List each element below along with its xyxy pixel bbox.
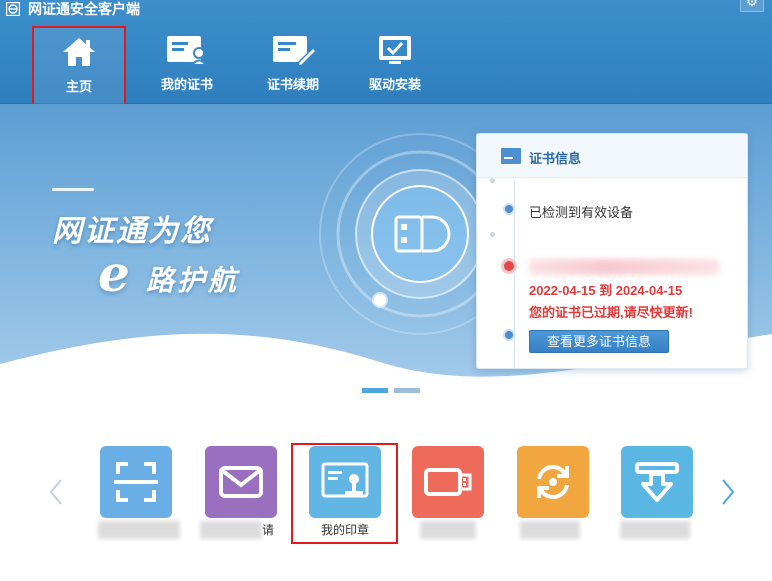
tile-usb-key[interactable]	[412, 446, 484, 518]
title-bar: 网证通安全客户端 ⚙	[0, 0, 772, 18]
mail-icon	[219, 466, 263, 498]
settings-button[interactable]: ⚙	[740, 0, 764, 12]
nav-item-my-certificate[interactable]: 我的证书	[140, 26, 234, 108]
selection-highlight-box	[291, 443, 398, 544]
device-detected-text: 已检测到有效设备	[529, 205, 634, 220]
slogan-e-letter: e	[98, 244, 130, 303]
tile-label-redacted	[200, 521, 262, 539]
tile-label-redacted	[420, 521, 476, 539]
certificate-info-title: 证书信息	[529, 151, 582, 166]
timeline-small-dot	[490, 232, 495, 237]
carousel-next-arrow-icon[interactable]	[720, 478, 736, 506]
top-navigation-bar: 网证通安全客户端 ⚙ 主页 我的证书 证书续期 驱动安装	[0, 0, 772, 108]
view-more-certificate-info-button[interactable]: 查看更多证书信息	[529, 330, 669, 353]
download-icon	[635, 462, 679, 502]
redacted-certificate-name	[529, 259, 719, 275]
timeline-dot-alert	[501, 258, 517, 274]
nav-item-certificate-renewal[interactable]: 证书续期	[246, 26, 340, 108]
certificate-info-panel: 证书信息 已检测到有效设备 2022-04-15 到 2024-04-15 您的…	[476, 133, 748, 369]
slogan-line-1: 网证通为您	[52, 215, 212, 248]
usb-key-icon	[424, 468, 472, 496]
home-icon	[63, 38, 95, 66]
certificate-card-icon	[501, 148, 521, 164]
app-title: 网证通安全客户端	[28, 1, 140, 17]
tile-label-redacted	[620, 521, 690, 539]
nav-item-driver-install[interactable]: 驱动安装	[348, 26, 442, 108]
certificate-user-icon	[167, 36, 209, 66]
nav-label-home: 主页	[65, 79, 92, 94]
tile-label-redacted	[520, 521, 580, 539]
slogan-accent-bar	[52, 188, 94, 191]
tile-label-mail: 请	[262, 523, 275, 537]
slogan-line-2: 路护航	[146, 265, 240, 296]
slide-indicator-1[interactable]	[362, 388, 388, 393]
certificate-expired-notice: 您的证书已过期,请尽快更新!	[529, 305, 693, 320]
slide-indicator-2[interactable]	[394, 388, 420, 393]
certificate-renew-icon	[273, 36, 317, 66]
certificate-validity-period: 2022-04-15 到 2024-04-15	[529, 283, 683, 298]
tile-sync[interactable]	[517, 446, 589, 518]
nav-label-driver-install: 驱动安装	[368, 77, 421, 92]
tile-mail[interactable]	[205, 446, 277, 518]
timeline-small-dot	[490, 178, 495, 183]
driver-install-icon	[379, 36, 411, 64]
timeline-dot-device	[503, 203, 515, 215]
certificate-info-header: 证书信息	[477, 134, 747, 178]
tile-label-redacted	[98, 521, 180, 539]
nav-label-certificate-renewal: 证书续期	[266, 77, 319, 92]
scan-icon	[114, 462, 158, 502]
carousel-prev-arrow-icon[interactable]	[48, 478, 64, 506]
slide-indicators	[362, 380, 426, 398]
nav-item-home[interactable]: 主页	[32, 26, 126, 108]
sync-icon	[537, 464, 569, 500]
app-logo-icon	[6, 2, 20, 16]
timeline-dot-more	[503, 329, 515, 341]
nav-label-my-certificate: 我的证书	[160, 77, 213, 92]
tile-scan[interactable]	[100, 446, 172, 518]
gear-icon: ⚙	[746, 0, 758, 9]
tile-download[interactable]	[621, 446, 693, 518]
